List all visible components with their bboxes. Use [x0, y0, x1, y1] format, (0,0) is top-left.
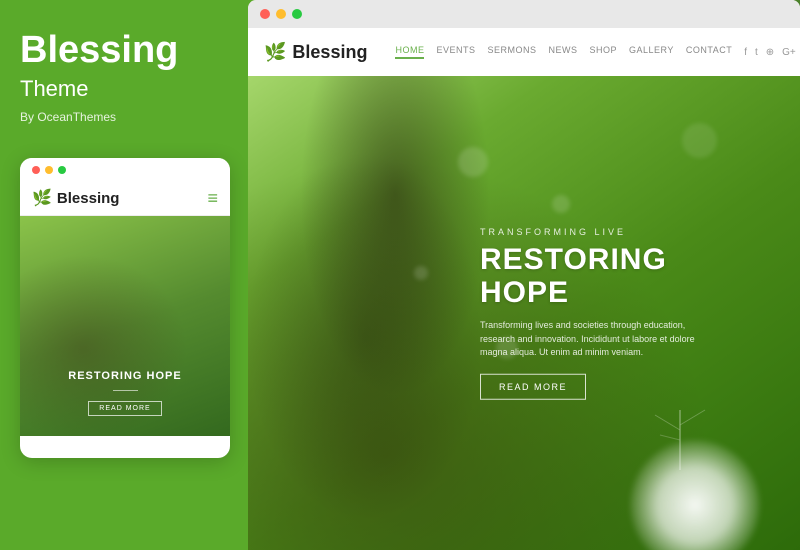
- mobile-logo: 🌿 Blessing: [32, 188, 119, 208]
- social-gplus[interactable]: G+: [782, 47, 796, 58]
- left-panel: Blessing Theme By OceanThemes 🌿 Blessing…: [0, 0, 248, 550]
- mobile-hero-content: RESTORING HOPE READ MORE: [20, 370, 230, 416]
- mobile-titlebar: [20, 158, 230, 182]
- desktop-navbar: 🌿 Blessing HOME EVENTS SERMONS NEWS SHOP…: [248, 28, 800, 76]
- dandelion-shape: [620, 410, 780, 550]
- desktop-chrome: 🌿 Blessing HOME EVENTS SERMONS NEWS SHOP…: [248, 0, 800, 550]
- theme-title: Blessing: [20, 30, 178, 72]
- mobile-hamburger-icon[interactable]: ≡: [207, 188, 218, 209]
- desktop-hero-content: TRANSFORMING LIVE RESTORING HOPE Transfo…: [480, 227, 760, 400]
- mobile-hero-title: RESTORING HOPE: [20, 370, 230, 382]
- dot-green: [58, 166, 66, 174]
- desktop-hero-cta-button[interactable]: READ MORE: [480, 373, 586, 399]
- desktop-hero: TRANSFORMING LIVE RESTORING HOPE Transfo…: [248, 76, 800, 550]
- desktop-nav-logo-icon: 🌿: [264, 42, 286, 63]
- right-panel: 🌿 Blessing HOME EVENTS SERMONS NEWS SHOP…: [248, 0, 800, 550]
- desktop-nav-logo-text: Blessing: [292, 42, 367, 63]
- nav-link-gallery[interactable]: GALLERY: [629, 45, 674, 59]
- bokeh-4: [414, 266, 428, 280]
- nav-link-shop[interactable]: SHOP: [589, 45, 617, 59]
- theme-subtitle: Theme: [20, 76, 88, 102]
- mobile-navbar: 🌿 Blessing ≡: [20, 182, 230, 216]
- mobile-logo-icon: 🌿: [32, 188, 52, 208]
- social-facebook[interactable]: f: [744, 47, 747, 58]
- nav-link-events[interactable]: EVENTS: [436, 45, 475, 59]
- desktop-dot-green[interactable]: [292, 9, 302, 19]
- desktop-dot-yellow[interactable]: [276, 9, 286, 19]
- desktop-dot-red[interactable]: [260, 9, 270, 19]
- nav-link-contact[interactable]: CONTACT: [686, 45, 732, 59]
- mobile-cta-button[interactable]: READ MORE: [88, 401, 161, 416]
- desktop-nav-social: f t ⊕ G+ ✉: [744, 47, 800, 58]
- desktop-nav-logo: 🌿 Blessing: [264, 42, 367, 63]
- bokeh-1: [458, 147, 488, 177]
- nav-link-sermons[interactable]: SERMONS: [487, 45, 536, 59]
- desktop-titlebar: [248, 0, 800, 28]
- desktop-hero-pretitle: TRANSFORMING LIVE: [480, 227, 760, 237]
- dandelion-stem-svg: [640, 390, 720, 470]
- nav-link-news[interactable]: NEWS: [548, 45, 577, 59]
- mobile-mockup: 🌿 Blessing ≡ RESTORING HOPE READ MORE: [20, 158, 230, 458]
- desktop-browser-content: 🌿 Blessing HOME EVENTS SERMONS NEWS SHOP…: [248, 28, 800, 550]
- social-twitter[interactable]: t: [755, 47, 758, 58]
- theme-author: By OceanThemes: [20, 110, 116, 124]
- social-rss[interactable]: ⊕: [766, 47, 774, 58]
- desktop-hero-description: Transforming lives and societies through…: [480, 319, 710, 360]
- dot-yellow: [45, 166, 53, 174]
- desktop-nav-links: HOME EVENTS SERMONS NEWS SHOP GALLERY CO…: [395, 45, 732, 59]
- nav-link-home[interactable]: HOME: [395, 45, 424, 59]
- desktop-hero-title: RESTORING HOPE: [480, 243, 760, 309]
- bokeh-2: [552, 195, 570, 213]
- mobile-logo-text: Blessing: [57, 190, 120, 207]
- mobile-hero-divider: [113, 390, 138, 391]
- dot-red: [32, 166, 40, 174]
- mobile-hero: RESTORING HOPE READ MORE: [20, 216, 230, 436]
